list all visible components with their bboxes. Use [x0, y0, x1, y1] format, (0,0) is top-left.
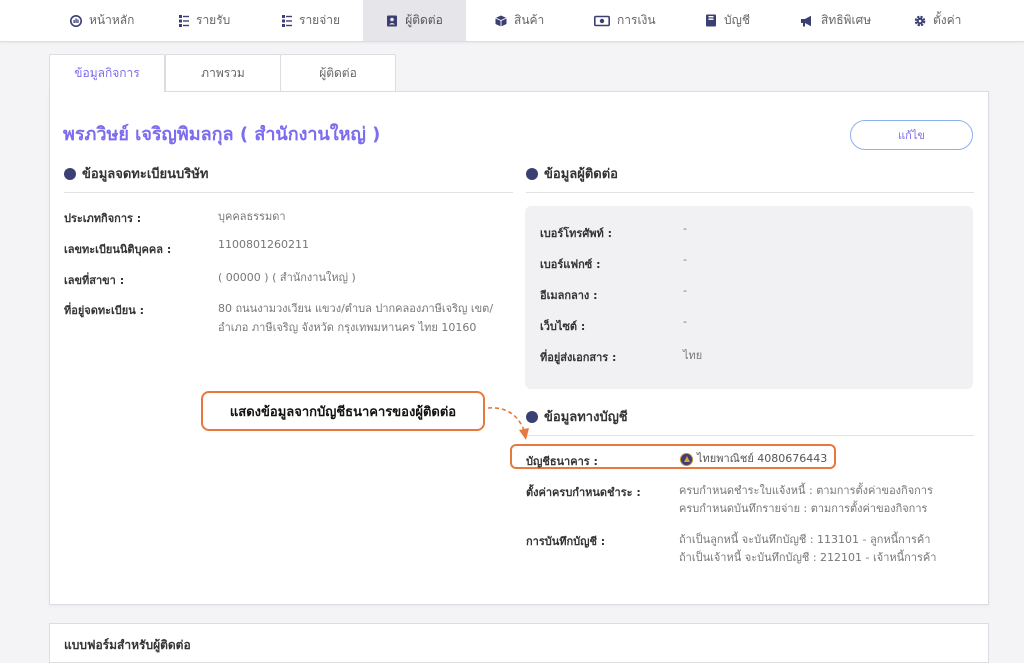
account-recording-line1: ถ้าเป็นลูกหนี้ จะบันทึกบัญชี : 113101 - …	[679, 533, 931, 546]
business-type-label: ประเภทกิจการ :	[64, 212, 142, 225]
section-heading-text: ข้อมูลทางบัญชี	[544, 410, 628, 425]
tab-contacts[interactable]: ผู้ติดต่อ	[280, 54, 396, 91]
divider	[526, 435, 974, 436]
phone-value: -	[683, 222, 687, 235]
nav-item-expense[interactable]: รายจ่าย	[282, 0, 340, 41]
registered-address-line1: 80 ถนนงามวงเวียน แขวง/ตำบล ปากคลองภาษีเจ…	[218, 302, 494, 315]
fax-value: -	[683, 253, 687, 266]
nav-label: ตั้งค่า	[933, 13, 962, 27]
annotation-callout-text: แสดงข้อมูลจากบัญชีธนาคารของผู้ติดต่อ	[229, 404, 457, 420]
divider	[526, 192, 974, 193]
nav-label: รายจ่าย	[299, 13, 341, 27]
section-heading-text: ข้อมูลจดทะเบียนบริษัท	[82, 167, 209, 182]
nav-label: รายรับ	[196, 13, 231, 27]
nav-item-dashboard[interactable]: หน้าหลัก	[70, 0, 134, 41]
due-settings-line1: ครบกำหนดชำระใบแจ้งหนี้ : ตามการตั้งค่าขอ…	[679, 484, 933, 497]
account-recording-label: การบันทึกบัญชี :	[526, 535, 606, 548]
due-settings-line2: ครบกำหนดบันทึกรายจ่าย : ตามการตั้งค่าของ…	[679, 502, 928, 515]
nav-item-privileges[interactable]: สิทธิพิเศษ	[800, 0, 871, 41]
branch-number-label: เลขที่สาขา :	[64, 274, 125, 287]
bank-account-value: ไทยพาณิชย์ 4080676443	[680, 449, 827, 467]
accounting-section-heading: ข้อมูลทางบัญชี	[526, 406, 628, 427]
mailing-address-value: ไทย	[683, 349, 703, 362]
branch-number-value: ( 00000 ) ( สำนักงานใหญ่ )	[218, 271, 356, 284]
edit-button[interactable]: แก้ไข	[850, 120, 973, 150]
income-list-icon	[179, 14, 189, 27]
section-heading-text: ข้อมูลผู้ติดต่อ	[544, 167, 618, 182]
phone-label: เบอร์โทรศัพท์ :	[540, 227, 613, 240]
money-icon	[594, 15, 610, 27]
nav-label: หน้าหลัก	[89, 13, 135, 27]
nav-item-settings[interactable]: ตั้งค่า	[914, 0, 961, 41]
annotation-callout: แสดงข้อมูลจากบัญชีธนาคารของผู้ติดต่อ	[201, 391, 485, 431]
nav-item-finance[interactable]: การเงิน	[594, 0, 656, 41]
dashboard-icon	[70, 14, 82, 27]
bullet-dot-icon	[64, 167, 76, 180]
website-value: -	[683, 315, 687, 328]
annotation-arrow-icon	[487, 407, 529, 440]
website-label: เว็บไซต์ :	[540, 320, 586, 333]
nav-label: บัญชี	[724, 13, 750, 27]
bullet-dot-icon	[526, 167, 538, 180]
account-recording-line2: ถ้าเป็นเจ้าหนี้ จะบันทึกบัญชี : 212101 -…	[679, 551, 937, 564]
product-box-icon	[495, 15, 507, 27]
nav-label: การเงิน	[617, 13, 656, 27]
tax-id-value: 1100801260211	[218, 238, 309, 251]
nav-label: ผู้ติดต่อ	[405, 13, 443, 27]
page-title: พรภวิษย์ เจริญพิมลกุล ( สำนักงานใหญ่ )	[63, 124, 381, 145]
registered-address-line2: อำเภอ ภาษีเจริญ จังหวัด กรุงเทพมหานคร ไท…	[218, 321, 477, 334]
nav-item-accounting[interactable]: บัญชี	[705, 0, 750, 41]
email-label: อีเมลกลาง :	[540, 289, 598, 302]
fax-label: เบอร์แฟกซ์ :	[540, 258, 601, 271]
nav-label: สิทธิพิเศษ	[821, 13, 872, 27]
contacts-icon	[386, 15, 398, 27]
tab-business-info[interactable]: ข้อมูลกิจการ	[49, 54, 165, 92]
contact-section-heading: ข้อมูลผู้ติดต่อ	[526, 163, 618, 184]
registered-address-label: ที่อยู่จดทะเบียน :	[64, 304, 144, 317]
registration-section-heading: ข้อมูลจดทะเบียนบริษัท	[64, 163, 208, 184]
email-value: -	[683, 284, 687, 297]
top-navigation-bar: หน้าหลัก รายรับ รายจ่าย ผู้ติดต่อ สินค้า…	[0, 0, 1024, 42]
accounting-book-icon	[705, 14, 717, 27]
tax-id-label: เลขทะเบียนนิติบุคคล :	[64, 243, 172, 256]
bank-account-label: บัญชีธนาคาร :	[526, 455, 598, 468]
mailing-address-label: ที่อยู่ส่งเอกสาร :	[540, 351, 617, 364]
gear-icon	[914, 15, 926, 27]
megaphone-icon	[800, 15, 814, 27]
scb-bank-logo-icon	[680, 452, 693, 466]
nav-item-income[interactable]: รายรับ	[179, 0, 230, 41]
divider	[64, 192, 513, 193]
nav-label: สินค้า	[514, 13, 545, 27]
nav-item-products[interactable]: สินค้า	[495, 0, 544, 41]
nav-item-contacts[interactable]: ผู้ติดต่อ	[363, 0, 466, 41]
business-type-value: บุคคลธรรมดา	[218, 210, 286, 223]
tab-overview[interactable]: ภาพรวม	[165, 54, 281, 91]
due-settings-label: ตั้งค่าครบกำหนดชำระ :	[526, 486, 641, 499]
bank-account-text: ไทยพาณิชย์ 4080676443	[697, 452, 828, 465]
expense-list-icon	[282, 14, 292, 27]
